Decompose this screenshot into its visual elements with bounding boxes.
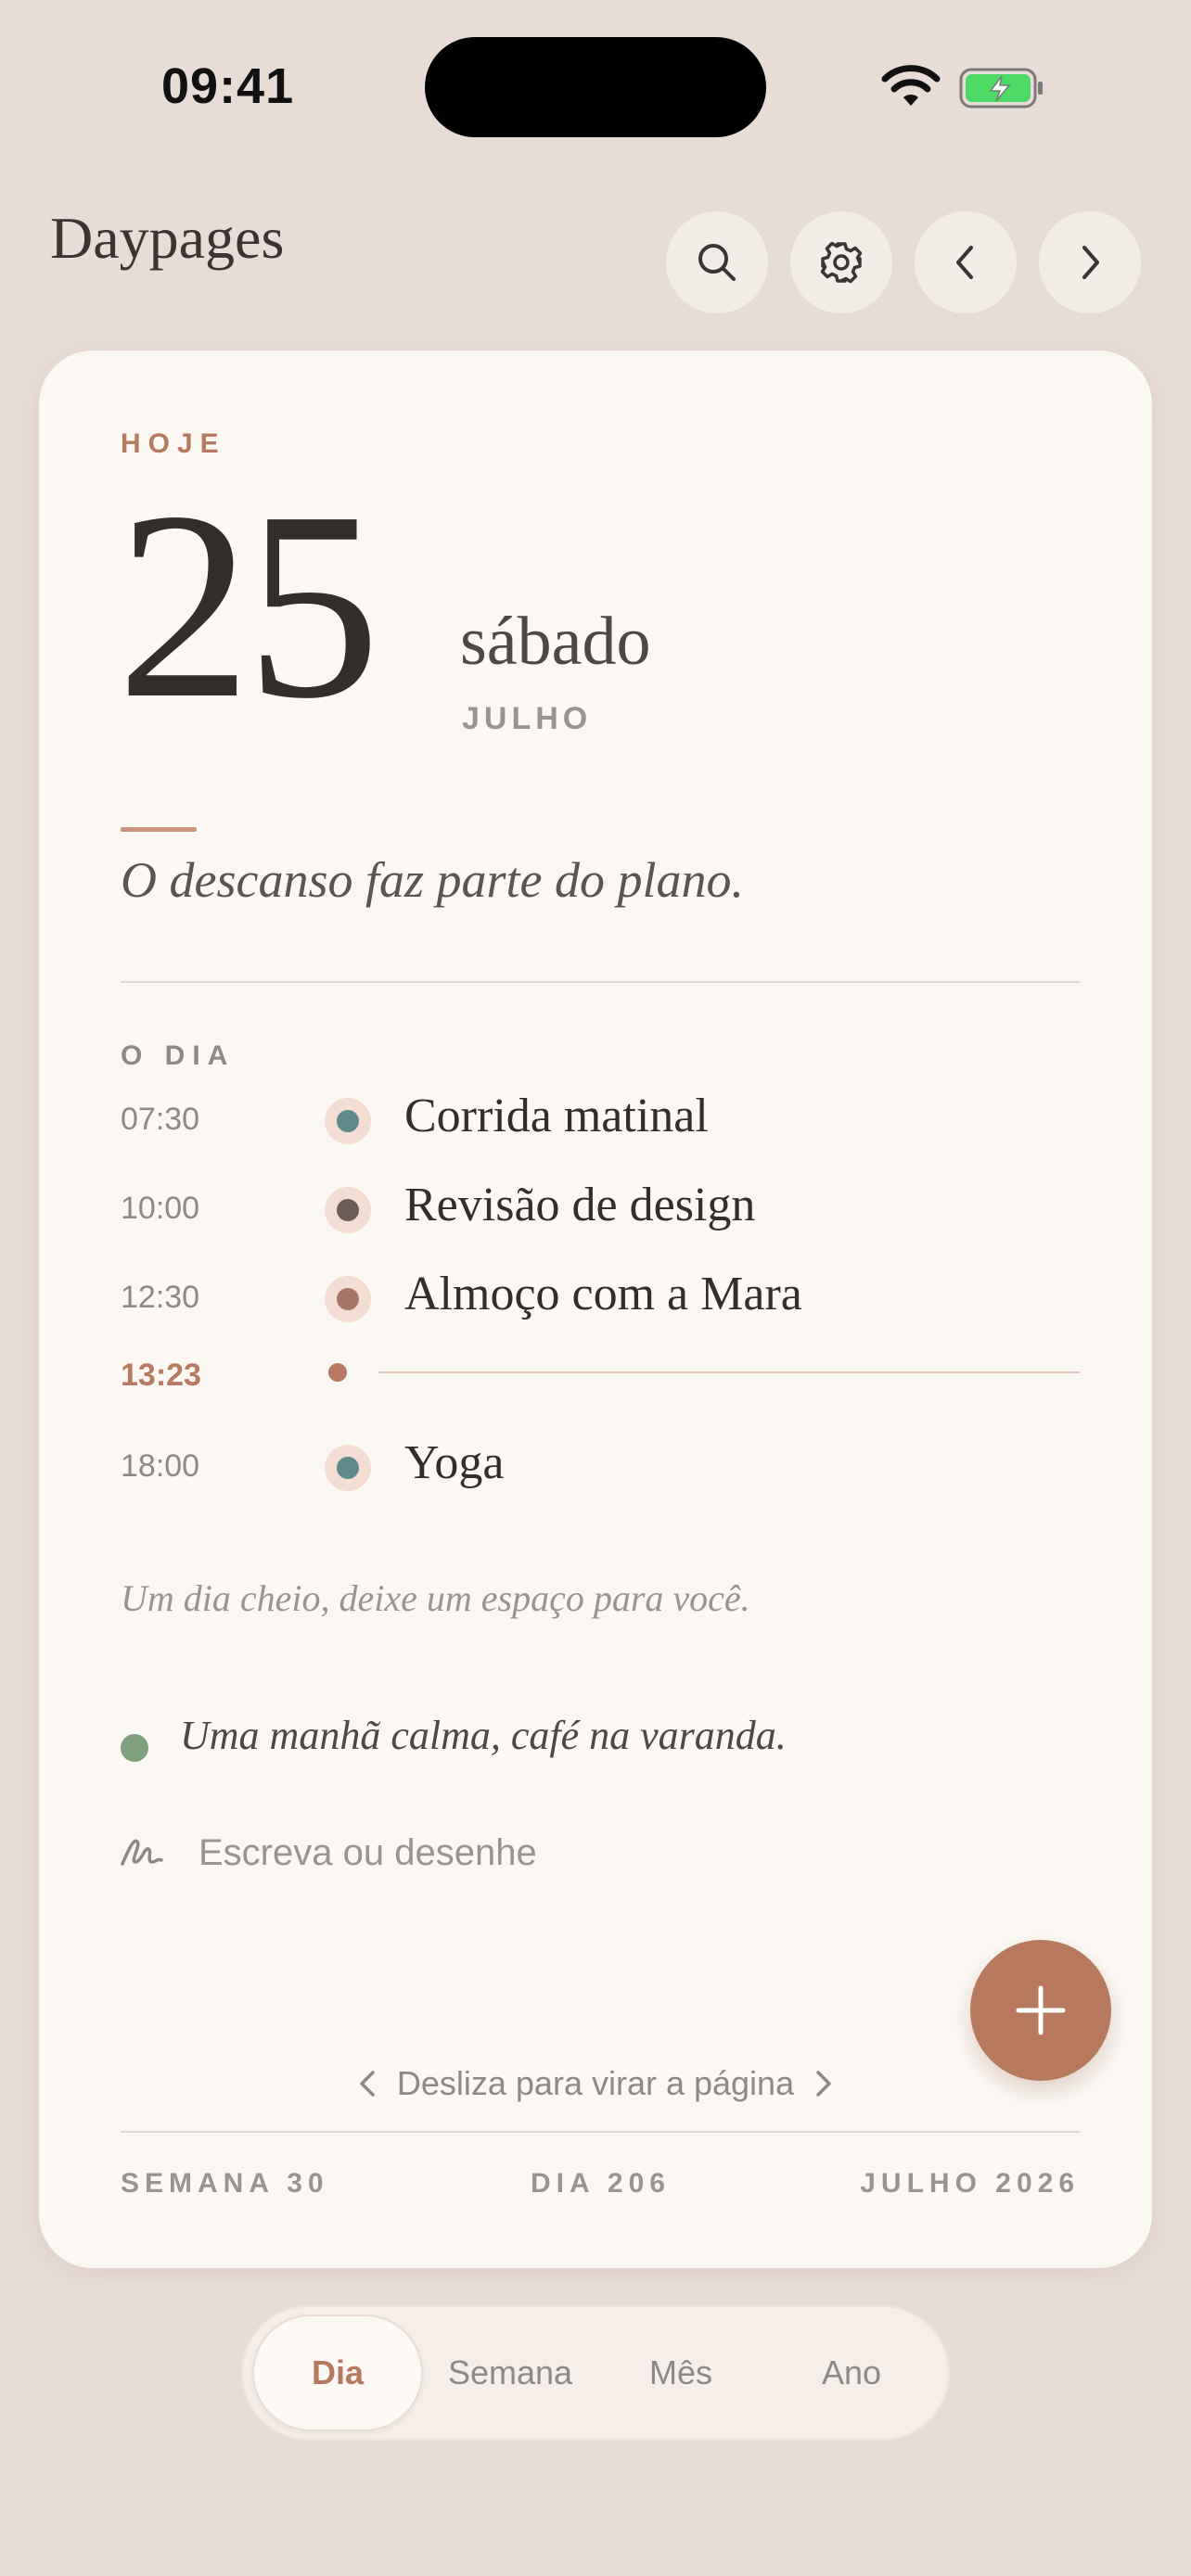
day-page-card[interactable]: HOJE 25 sábado JULHO O descanso faz part… [39,351,1152,2268]
chevron-left-icon [956,246,973,279]
current-time-indicator: 13:23 [121,1346,1080,1402]
wifi-icon [881,65,941,106]
view-switcher: Dia Semana Mês Ano [241,2305,950,2441]
chevron-right-icon [816,2071,831,2097]
event-title: Corrida matinal [404,1090,709,1142]
event-title: Yoga [404,1436,505,1489]
event-color-dot [325,1098,371,1144]
dynamic-island [425,37,766,137]
tab-month[interactable]: Mês [596,2315,766,2431]
plus-icon [1016,1985,1066,2035]
agenda-event[interactable]: 12:30 Almoço com a Mara [121,1257,1080,1332]
event-time: 18:00 [121,1448,200,1484]
chevron-left-icon [360,2071,375,2097]
tab-year[interactable]: Ano [766,2315,937,2431]
search-button[interactable] [666,211,768,313]
event-color-dot [325,1445,371,1491]
event-color-dot [325,1276,371,1322]
agenda-event[interactable]: 10:00 Revisão de design [121,1168,1080,1243]
current-time-dot [328,1363,347,1382]
agenda-section-label: O DIA [121,1040,236,1071]
week-number: SEMANA 30 [121,2168,329,2199]
handwriting-icon [121,1839,163,1866]
chevron-right-icon [1082,246,1099,279]
tab-week[interactable]: Semana [425,2315,596,2431]
app-title: Daypages [50,205,285,271]
search-icon [698,244,736,281]
today-label: HOJE [121,428,226,459]
next-day-button[interactable] [1039,211,1141,313]
day-number: 25 [117,456,380,754]
event-time: 12:30 [121,1280,200,1315]
previous-day-button[interactable] [915,211,1017,313]
battery-charging-icon [959,68,1043,108]
agenda-event[interactable]: 07:30 Corrida matinal [121,1079,1080,1154]
event-color-dot [325,1187,371,1233]
month-year: JULHO 2026 [860,2168,1080,2199]
tab-day[interactable]: Dia [252,2315,423,2431]
gear-icon [820,241,863,284]
settings-button[interactable] [790,211,892,313]
add-entry-button[interactable] [970,1940,1111,2081]
current-time: 13:23 [121,1358,201,1393]
day-of-year: DIA 206 [531,2168,671,2199]
event-title: Revisão de design [404,1179,756,1231]
event-title: Almoço com a Mara [404,1268,802,1320]
month-label: JULHO [462,701,593,736]
swipe-hint-text: Desliza para virar a página [396,2064,795,2102]
divider [121,2131,1080,2133]
note-text[interactable]: Uma manhã calma, café na varanda. [180,1712,787,1759]
event-time: 10:00 [121,1191,200,1226]
divider [121,981,1080,983]
note-color-dot [121,1734,148,1762]
quote-accent-line [121,827,197,832]
current-time-line [378,1371,1080,1373]
app-header: Daypages [0,185,1191,334]
agenda-event[interactable]: 18:00 Yoga [121,1426,1080,1500]
page-footer: SEMANA 30 DIA 206 JULHO 2026 [121,2168,1080,2214]
daily-quote: O descanso faz parte do plano. [121,852,744,908]
agenda-hint: Um dia cheio, deixe um espaço para você. [121,1577,750,1619]
event-time: 07:30 [121,1102,200,1137]
compose-input[interactable] [198,1827,848,1879]
weekday-label: sábado [460,604,651,680]
swipe-hint: Desliza para virar a página [39,2064,1152,2103]
status-bar: 09:41 [0,0,1191,176]
status-time: 09:41 [161,58,295,114]
